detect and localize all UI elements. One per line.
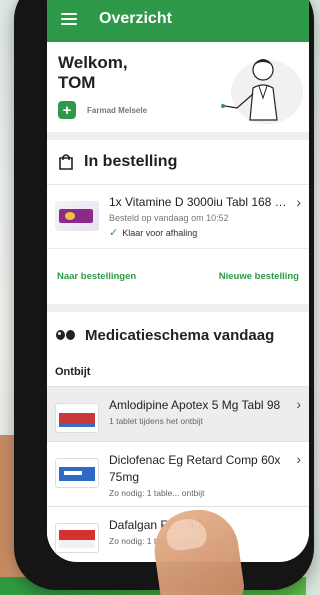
- medication-text: Diclofenac Eg Retard Comp 60x 75mg Zo no…: [109, 452, 290, 498]
- app-screen: Overzicht Welkom, TOM + Farmad Melsele I…: [47, 0, 309, 562]
- medication-dosage: Zo nodig: 1 table... ontbijt: [109, 488, 205, 498]
- orders-link[interactable]: Naar bestellingen: [57, 271, 136, 282]
- divider: [47, 304, 309, 312]
- chevron-right-icon: ›: [296, 451, 301, 467]
- orders-title: In bestelling: [84, 153, 178, 170]
- medication-title: Amlodipine Apotex 5 Mg Tabl 98: [109, 398, 281, 412]
- welcome-card: Welkom, TOM + Farmad Melsele: [47, 42, 309, 132]
- product-thumbnail: [55, 201, 99, 231]
- divider: [47, 132, 309, 140]
- shopping-bag-icon: [59, 154, 73, 170]
- chevron-right-icon: ›: [296, 194, 301, 210]
- medication-thumbnail: [55, 523, 99, 553]
- schedule-title: Medicatieschema vandaag: [85, 326, 275, 344]
- pharmacist-illustration: [221, 59, 303, 124]
- schedule-header: Medicatieschema vandaag: [47, 312, 309, 358]
- order-title: 1x Vitamine D 3000iu Tabl 168 Me...: [109, 195, 291, 209]
- order-date: Besteld op vandaag om 10:52: [109, 213, 229, 223]
- phone-frame: Overzicht Welkom, TOM + Farmad Melsele I…: [14, 0, 314, 590]
- meal-label: Ontbijt: [47, 358, 309, 386]
- orders-header: In bestelling: [47, 140, 309, 184]
- pharmacy-cross-icon: +: [58, 101, 76, 119]
- order-list-item[interactable]: 1x Vitamine D 3000iu Tabl 168 Me... Best…: [47, 184, 309, 248]
- order-status: ✓ Klaar voor afhaling: [109, 226, 290, 239]
- app-bar: Overzicht: [47, 0, 309, 42]
- pills-icon: [56, 330, 75, 340]
- medication-title: Diclofenac Eg Retard Comp 60x 75mg: [109, 453, 281, 484]
- pharmacy-name: Farmad Melsele: [87, 105, 148, 115]
- page-title: Overzicht: [99, 10, 172, 27]
- medication-dosage: 1 tablet tijdens het ontbijt: [109, 416, 204, 426]
- menu-icon[interactable]: [61, 13, 77, 25]
- medication-item[interactable]: Diclofenac Eg Retard Comp 60x 75mg Zo no…: [47, 441, 309, 506]
- medication-text: Amlodipine Apotex 5 Mg Tabl 98 1 tablet …: [109, 397, 290, 426]
- medication-thumbnail: [55, 458, 99, 488]
- order-status-label: Klaar voor afhaling: [122, 227, 198, 238]
- chevron-right-icon: ›: [296, 396, 301, 412]
- check-icon: ✓: [109, 227, 119, 239]
- orders-links: Naar bestellingen Nieuwe bestelling: [47, 248, 309, 304]
- medication-thumbnail: [55, 403, 99, 433]
- medication-item[interactable]: Amlodipine Apotex 5 Mg Tabl 98 1 tablet …: [47, 386, 309, 441]
- order-text: 1x Vitamine D 3000iu Tabl 168 Me... Best…: [109, 195, 290, 239]
- new-order-link[interactable]: Nieuwe bestelling: [219, 271, 299, 282]
